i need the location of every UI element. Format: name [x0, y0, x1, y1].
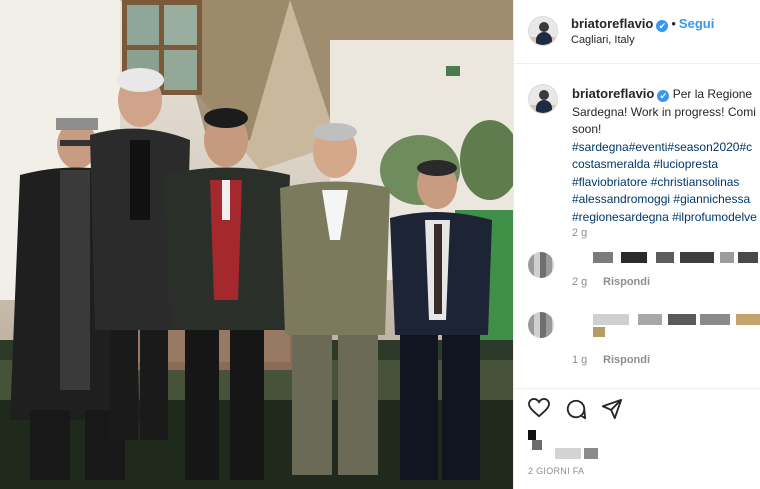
reply-button[interactable]: Rispondi: [603, 276, 650, 288]
caption-time[interactable]: 2 g: [572, 227, 587, 239]
follow-button[interactable]: Segui: [679, 16, 714, 31]
post-location[interactable]: Cagliari, Italy: [571, 34, 635, 46]
caption-text-line: soon!: [572, 122, 602, 136]
comment-time: 1 g: [572, 354, 588, 366]
hashtag-line[interactable]: #alessandromoggi #giannichessa: [572, 191, 760, 209]
comment-row: [528, 312, 760, 338]
post-header: briatoreflavio ✔ • Segui Cagliari, Italy: [514, 0, 760, 64]
hashtag-line[interactable]: #regionesardegna #ilprofumodelve: [572, 209, 760, 227]
author-line: briatoreflavio ✔ • Segui: [571, 16, 714, 32]
likes-avatars[interactable]: [528, 430, 548, 450]
hashtag-line[interactable]: #sardegna#eventi#season2020#c: [572, 139, 760, 157]
comment-row: [528, 252, 760, 278]
comment-avatar[interactable]: [528, 312, 554, 338]
paper-plane-icon[interactable]: [601, 398, 623, 420]
caption-author-avatar[interactable]: [528, 84, 558, 114]
caption-text-line: Sardegna! Work in progress! Comi: [572, 104, 756, 119]
post-caption: briatoreflavio ✔ Per la Regione Sardegna!…: [572, 85, 760, 226]
likes-text-redacted: [584, 448, 598, 459]
hashtag-line[interactable]: #flaviobriatore #christiansolinas: [572, 174, 760, 192]
author-username[interactable]: briatoreflavio: [571, 16, 653, 31]
divider: [514, 388, 760, 389]
comment-time: 2 g: [572, 276, 588, 288]
reply-button[interactable]: Rispondi: [603, 354, 650, 366]
verified-badge-icon: ✔: [656, 20, 669, 32]
post-photo[interactable]: [0, 0, 513, 489]
hashtag-line[interactable]: costasmeralda #luciopresta: [572, 156, 760, 174]
likes-text-redacted: [555, 448, 581, 459]
heart-icon[interactable]: [528, 398, 550, 418]
post-date[interactable]: 2 GIORNI FA: [528, 466, 584, 476]
caption-text-line: Per la Regione: [672, 87, 753, 101]
comment-avatar[interactable]: [528, 252, 554, 278]
post-sidebar: briatoreflavio ✔ • Segui Cagliari, Italy br…: [513, 0, 760, 489]
caption-username[interactable]: briatoreflavio: [572, 86, 654, 101]
caption-verified-badge-icon: ✔: [657, 90, 670, 102]
comment-icon[interactable]: [565, 398, 587, 420]
photo-illustration: [0, 0, 513, 489]
author-avatar[interactable]: [528, 16, 558, 46]
separator-dot: •: [671, 16, 676, 31]
